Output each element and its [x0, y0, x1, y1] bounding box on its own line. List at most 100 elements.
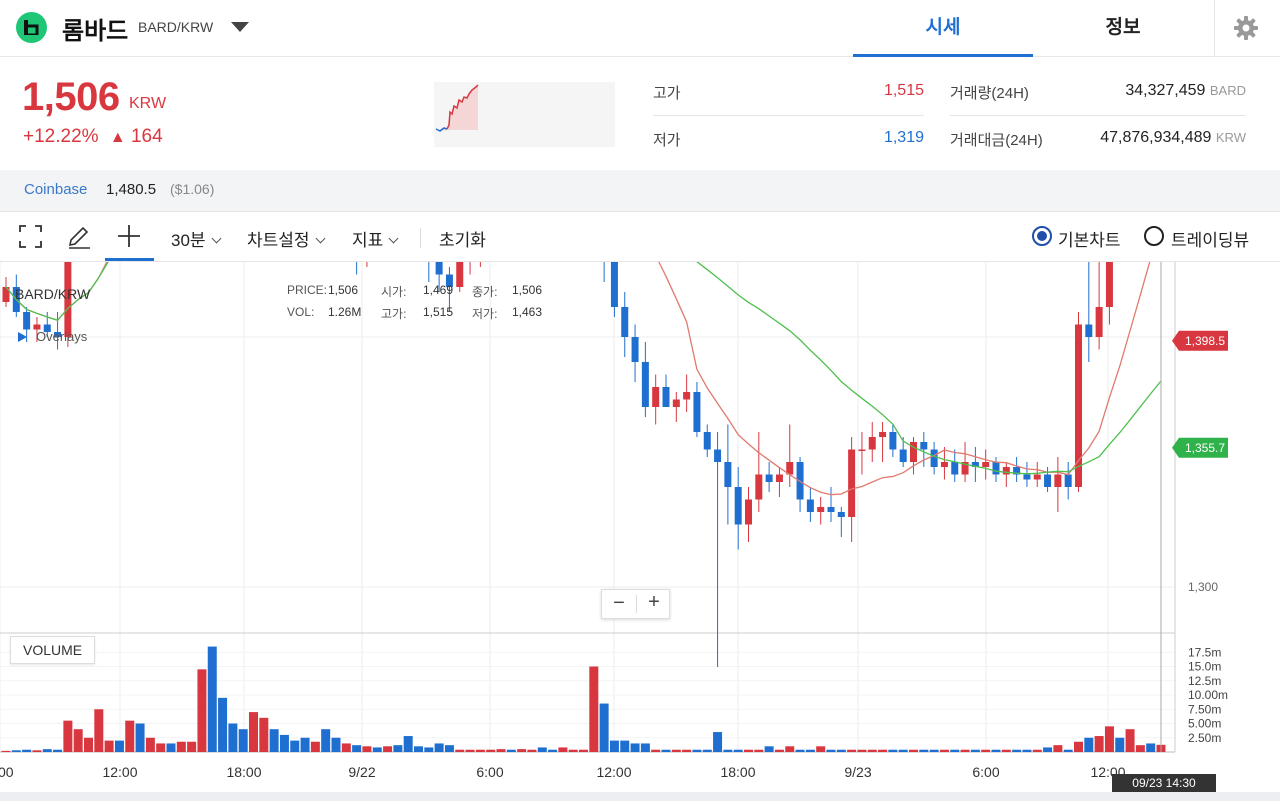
volume-bar: [269, 729, 279, 752]
crosshair-icon[interactable]: [117, 224, 141, 248]
chart-symbol: BARD/KRW: [15, 286, 91, 302]
volume-bar: [836, 749, 846, 752]
volume-axis-tick: 5.00m: [1188, 717, 1221, 731]
chart-settings-dropdown[interactable]: 차트설정: [247, 226, 326, 251]
basic-chart-label[interactable]: 기본차트: [1058, 226, 1121, 251]
volume-bar: [424, 747, 434, 752]
vol-info-label: VOL:: [287, 305, 315, 319]
mini-chart-graph: [435, 84, 479, 132]
candle-body: [889, 432, 897, 450]
indicators-dropdown[interactable]: 지표: [352, 226, 399, 251]
volume-bar: [764, 746, 774, 752]
volume-bar: [847, 749, 857, 752]
volume-bar: [1032, 749, 1042, 752]
volume-bar: [970, 749, 980, 752]
candle-body: [703, 432, 711, 450]
volume-bar: [1146, 743, 1156, 752]
volume-bar: [826, 749, 836, 752]
overlays-toggle[interactable]: Overlays: [36, 329, 87, 344]
volume-bar: [42, 749, 52, 752]
interval-dropdown[interactable]: 30분: [171, 226, 222, 251]
crosshair-time-tag: 09/23 14:30: [1132, 776, 1196, 790]
candle-body: [1002, 467, 1010, 475]
candle-body: [1044, 474, 1052, 487]
volume-bar: [259, 717, 269, 752]
pencil-icon[interactable]: [66, 224, 92, 250]
volume-bar: [640, 743, 650, 752]
low-info-label: 저가:: [472, 307, 498, 321]
volume-bar: [383, 746, 393, 752]
volume-bar: [372, 747, 382, 752]
chart-area[interactable]: 1,3001,4001,5001,6002.50m5.00m7.50m10.00…: [0, 262, 1280, 792]
candle-body: [982, 462, 990, 467]
active-tool-indicator: [105, 258, 154, 261]
volume-axis-tick: 10.00m: [1188, 688, 1228, 702]
candle-body: [765, 474, 773, 482]
candle-body: [868, 437, 876, 450]
candle-body: [827, 507, 835, 512]
zoom-control: − +: [601, 589, 670, 619]
price-axis-tick: 1,300: [1188, 580, 1218, 594]
volume-bar: [1053, 745, 1063, 752]
candle-body: [1064, 474, 1072, 487]
tab-info[interactable]: 정보: [1033, 0, 1213, 57]
volume-value: 34,327,459: [1125, 82, 1206, 99]
candlestick-chart[interactable]: 1,3001,4001,5001,6002.50m5.00m7.50m10.00…: [0, 262, 1280, 792]
app-root: 롬바드 BARD/KRW 시세 정보 1,506 KRW +12.22% ▲ 1…: [0, 0, 1280, 801]
change-amount: 164: [130, 126, 163, 147]
volume-bar: [1104, 726, 1114, 752]
candle-body: [456, 262, 464, 287]
volume-bar: [1001, 749, 1011, 752]
fullscreen-icon[interactable]: [19, 225, 42, 248]
price-info-value: 1,506: [328, 283, 359, 297]
volume-bar: [207, 646, 217, 752]
time-axis-tick: 12:00: [102, 764, 137, 780]
candle-body: [621, 307, 629, 337]
candle-body: [745, 499, 752, 525]
volume-bar: [991, 749, 1001, 752]
volume-bar: [805, 749, 815, 752]
basic-chart-radio[interactable]: [1032, 226, 1052, 246]
volume-bar: [517, 749, 527, 752]
candle-body: [1075, 324, 1082, 487]
expand-arrow-icon[interactable]: [18, 332, 27, 342]
coin-name: 롬바드: [62, 18, 129, 45]
time-axis-tick: 18:00: [226, 764, 261, 780]
volume-bar: [1012, 749, 1022, 752]
zoom-in-button[interactable]: +: [637, 591, 671, 614]
ma-short-line: [5, 262, 1151, 496]
zoom-out-button[interactable]: −: [602, 592, 636, 615]
volume-bar: [341, 743, 351, 752]
volume-bar: [197, 669, 207, 752]
candle-body: [806, 499, 814, 512]
volume-bar: [486, 749, 496, 752]
trading-view-radio[interactable]: [1144, 226, 1164, 246]
volume-bar: [238, 729, 248, 752]
candle-body: [1085, 324, 1093, 337]
volume-bar: [744, 749, 753, 752]
coinbase-link[interactable]: Coinbase: [24, 181, 87, 198]
volume-bar: [898, 749, 908, 752]
trading-view-label[interactable]: 트레이딩뷰: [1171, 226, 1249, 251]
time-axis-tick: 12:00: [596, 764, 631, 780]
candle-body: [693, 392, 701, 432]
volume-bar: [960, 749, 970, 752]
low-info-value: 1,463: [512, 305, 543, 319]
reset-button[interactable]: 초기화: [439, 226, 486, 251]
volume-bar: [867, 749, 877, 752]
price-info-label: PRICE:: [287, 283, 328, 297]
volume-bar: [249, 712, 258, 752]
volume-bar: [135, 723, 145, 752]
candle-body: [610, 262, 618, 307]
price-change: +12.22% ▲ 164: [23, 126, 163, 148]
candle-body: [652, 387, 660, 407]
caret-down-icon[interactable]: [231, 22, 249, 32]
gear-icon: [1234, 16, 1258, 40]
volume-bar: [1, 750, 11, 752]
tab-quote[interactable]: 시세: [853, 0, 1033, 57]
volume-bar: [331, 737, 341, 752]
volume-bar: [568, 749, 578, 752]
volume-bar: [795, 749, 805, 752]
settings-button[interactable]: [1214, 0, 1280, 57]
candle-body: [817, 507, 825, 512]
